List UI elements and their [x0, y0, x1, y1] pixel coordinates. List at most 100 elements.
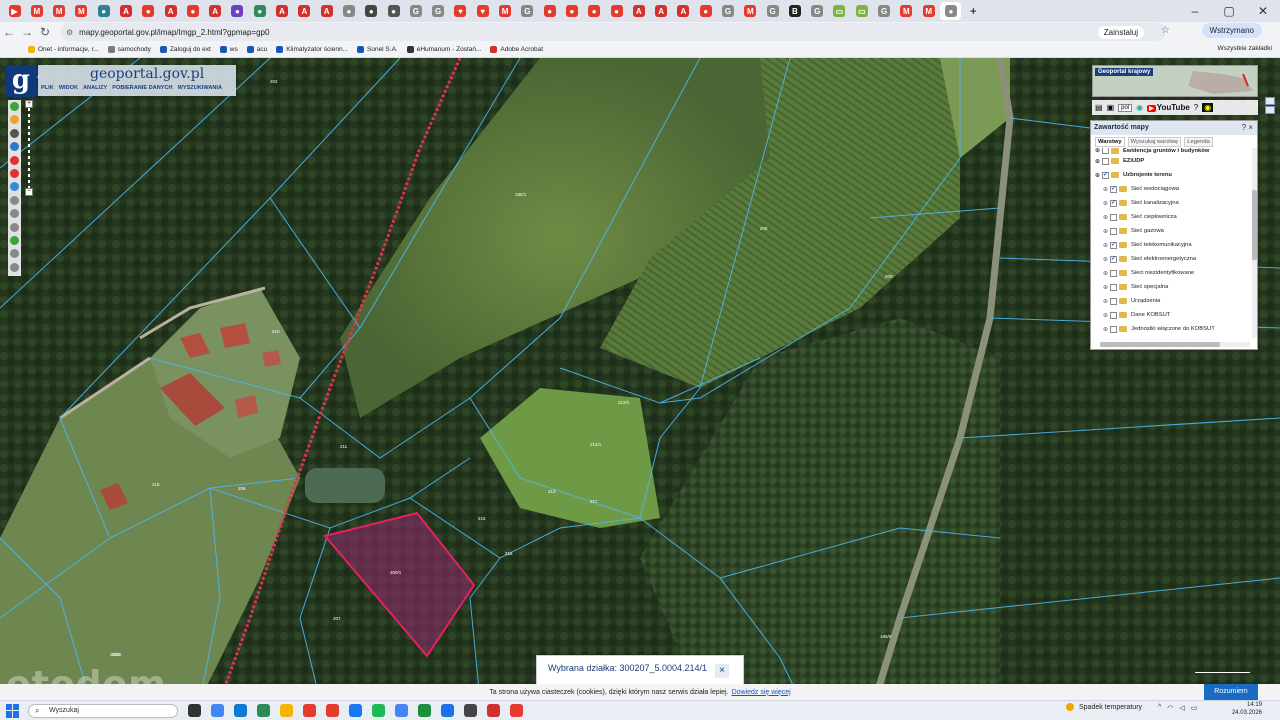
map-view[interactable]: 300/1 300/2 212/1 185/1 214/1 211 213 217 215 216… [0, 58, 1280, 700]
language-select[interactable]: pol [1118, 103, 1133, 112]
zoom-rail[interactable] [28, 108, 30, 188]
browser-tab[interactable]: M [49, 2, 70, 20]
layer-row[interactable]: ⊕ Jednostki włączone do KOBSUT [1095, 322, 1251, 336]
taskbar-search[interactable]: ⌕ Wyszukaj [28, 703, 178, 718]
taskbar-app-icon[interactable] [464, 704, 477, 717]
taskbar-app-icon[interactable] [441, 704, 454, 717]
install-button[interactable]: Zainstaluj [1097, 25, 1144, 39]
taskbar-app-icon[interactable] [211, 704, 224, 717]
layer-row[interactable]: ⊕ ✓ Sieć kanalizacyjna [1095, 196, 1251, 210]
layer-row[interactable]: ⊕ Dane KOBSUT [1095, 308, 1251, 322]
layer-checkbox[interactable] [1110, 269, 1117, 277]
weather-widget[interactable]: Spadek temperatury [1066, 703, 1142, 711]
bookmark-item[interactable]: acu [246, 46, 267, 53]
panel-tab[interactable]: Warstwy [1095, 137, 1125, 147]
layer-row[interactable]: ⊕ EZiUDP [1095, 154, 1251, 168]
layer-checkbox[interactable] [1102, 148, 1109, 154]
map-tool-icon[interactable] [10, 209, 19, 219]
expand-icon[interactable]: ⊕ [1103, 256, 1109, 263]
expand-icon[interactable]: ⊕ [1103, 228, 1109, 235]
browser-tab[interactable]: A [294, 2, 315, 20]
bookmark-item[interactable]: Zaloguj do ext [159, 46, 211, 53]
layer-row[interactable]: ⊕ Urządzenia [1095, 294, 1251, 308]
bookmark-item[interactable]: eHumanum - Zostań... [406, 46, 481, 53]
browser-tab[interactable]: G [405, 2, 426, 20]
browser-tab[interactable]: G [718, 2, 739, 20]
taskbar-app-icon[interactable] [418, 704, 431, 717]
side-button-1[interactable] [1265, 97, 1275, 105]
taskbar-app-icon[interactable] [188, 704, 201, 717]
browser-tab[interactable]: ● [561, 2, 582, 20]
map-tool-icon[interactable] [10, 235, 19, 245]
layer-checkbox[interactable]: ✓ [1102, 171, 1109, 179]
map-tool-icon[interactable] [10, 102, 19, 111]
zoom-slider[interactable]: + − [25, 100, 33, 198]
browser-tab[interactable]: ● [383, 2, 404, 20]
browser-tab[interactable]: A [628, 2, 649, 20]
browser-tab[interactable]: ▶ [4, 2, 25, 20]
browser-tab[interactable]: ● [584, 2, 605, 20]
new-tab-button[interactable]: + [963, 2, 984, 20]
browser-tab[interactable]: M [896, 2, 917, 20]
map-tool-icon[interactable] [10, 168, 19, 178]
expand-icon[interactable]: ⊕ [1103, 214, 1109, 221]
volume-icon[interactable]: ◁ [1179, 704, 1184, 712]
browser-tab[interactable]: ● [249, 2, 270, 20]
battery-icon[interactable]: ▭ [1191, 704, 1198, 712]
eye-icon[interactable]: ◉ [1202, 103, 1214, 112]
browser-tab[interactable]: ● [940, 2, 962, 20]
taskbar-app-icon[interactable] [372, 704, 385, 717]
clock[interactable]: 14:19 24.03.2026 [1232, 701, 1262, 717]
browser-tab[interactable]: A [205, 2, 226, 20]
browser-tab[interactable]: A [651, 2, 672, 20]
browser-tab[interactable]: G [874, 2, 895, 20]
layer-hscrollbar[interactable] [1100, 342, 1250, 347]
map-tool-icon[interactable] [10, 222, 19, 232]
map-tool-icon[interactable] [10, 155, 19, 165]
browser-tab[interactable]: M [71, 2, 92, 20]
minimize-icon[interactable]: – [1178, 0, 1212, 22]
all-bookmarks-button[interactable]: Wszystkie zakładki [1217, 45, 1272, 52]
browser-tab[interactable]: ♥ [472, 2, 493, 20]
map-tool-icon[interactable] [10, 249, 19, 259]
reload-button[interactable]: ↻ [36, 25, 54, 39]
expand-icon[interactable]: ⊕ [1095, 148, 1101, 154]
profile-button[interactable]: Wstrzymano [1201, 23, 1262, 38]
layer-checkbox[interactable]: ✓ [1110, 255, 1117, 263]
browser-tab[interactable]: B [784, 2, 805, 20]
expand-icon[interactable]: ⊕ [1095, 158, 1101, 165]
expand-icon[interactable]: ⊕ [1103, 186, 1109, 193]
browser-tab[interactable]: ● [338, 2, 359, 20]
browser-tab[interactable]: ● [539, 2, 560, 20]
save-icon[interactable]: ▣ [1107, 103, 1115, 112]
browser-tab[interactable]: ● [227, 2, 248, 20]
bookmark-item[interactable]: Adobe Acrobat [490, 46, 543, 53]
browser-tab[interactable]: G [762, 2, 783, 20]
map-tool-icon[interactable] [10, 182, 19, 192]
cookie-more-link[interactable]: Dowiedz się więcej [732, 689, 791, 696]
taskbar-app-icon[interactable] [395, 704, 408, 717]
panel-close-icon[interactable]: ? × [1242, 123, 1253, 132]
browser-tab[interactable]: G [807, 2, 828, 20]
bookmark-item[interactable]: samochody [107, 46, 151, 53]
browser-tab[interactable]: A [272, 2, 293, 20]
browser-tab[interactable]: G [517, 2, 538, 20]
cookie-accept-button[interactable]: Rozumiem [1204, 684, 1258, 700]
expand-icon[interactable]: ⊕ [1103, 242, 1109, 249]
taskbar-app-icon[interactable] [257, 704, 270, 717]
browser-tab[interactable]: ● [93, 2, 114, 20]
start-button[interactable] [6, 703, 20, 718]
orthophoto-map[interactable]: 300/1300/2212/1185/1214/1211213217215216… [0, 58, 1280, 700]
zoom-out-button[interactable]: − [25, 188, 33, 196]
browser-tab[interactable]: M [495, 2, 516, 20]
browser-tab[interactable]: A [160, 2, 181, 20]
layer-checkbox[interactable] [1102, 157, 1109, 165]
taskbar-app-icon[interactable] [303, 704, 316, 717]
layer-checkbox[interactable] [1110, 311, 1117, 319]
side-button-2[interactable] [1265, 106, 1275, 114]
expand-icon[interactable]: ⊕ [1103, 270, 1109, 277]
browser-tab[interactable]: ● [182, 2, 203, 20]
bookmark-item[interactable]: Sonel S.A. [357, 46, 398, 53]
browser-tab[interactable]: M [740, 2, 761, 20]
layer-checkbox[interactable] [1110, 213, 1117, 221]
